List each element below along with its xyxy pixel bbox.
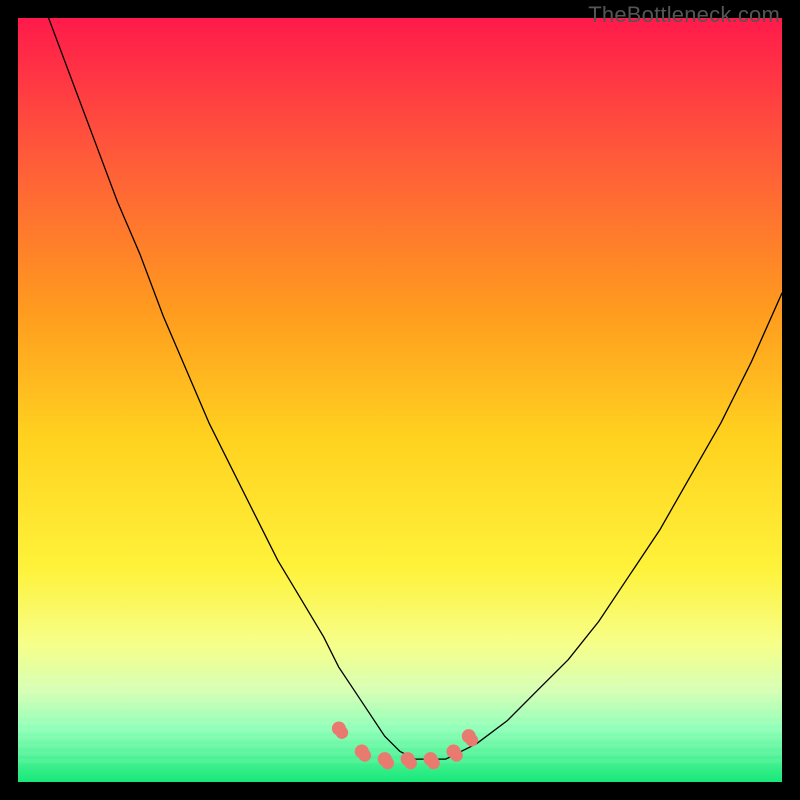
chart-background	[18, 18, 782, 782]
chart-plot-area	[18, 18, 782, 782]
chart-svg	[18, 18, 782, 782]
chart-frame: TheBottleneck.com	[0, 0, 800, 800]
watermark-label: TheBottleneck.com	[588, 2, 780, 28]
